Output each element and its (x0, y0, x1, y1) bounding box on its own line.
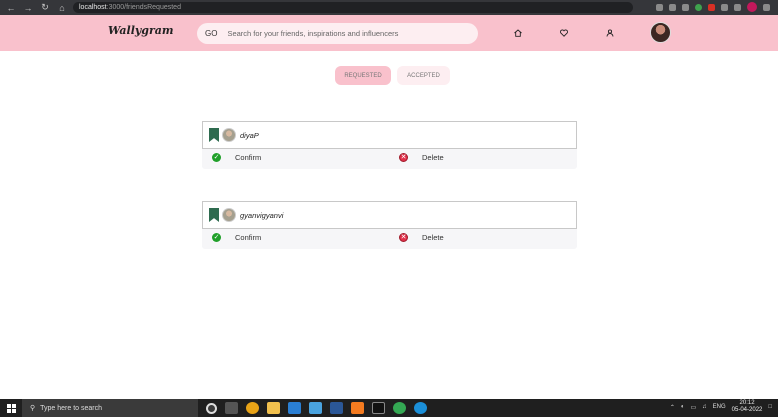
chrome-alt-icon[interactable] (393, 402, 406, 414)
taskbar-apps (206, 402, 427, 414)
app-header: Wallygram GO (0, 15, 778, 51)
address-bar[interactable]: localhost:3000/friendsRequested (73, 2, 633, 13)
check-circle-icon: ✓ (212, 233, 221, 242)
edge-icon[interactable] (414, 402, 427, 414)
windows-taskbar: ⚲ Type here to search ⌃ ◐ ▭ ♫ ENG 20:12 … (0, 399, 778, 417)
search-bar: GO (197, 23, 478, 44)
star-icon[interactable] (669, 3, 676, 11)
user-avatar[interactable] (650, 22, 671, 43)
system-tray: ⌃ ◐ ▭ ♫ ENG 20:12 05-04-2022 □ (670, 400, 772, 414)
clock-date: 05-04-2022 (731, 407, 763, 413)
app-logo[interactable]: Wallygram (108, 24, 174, 37)
extension-red-icon[interactable] (708, 3, 715, 11)
profile-icon[interactable] (605, 28, 615, 38)
request-actions: ✓ Confirm ✕ Delete (202, 229, 577, 249)
requester-avatar[interactable] (222, 208, 236, 222)
delete-button[interactable]: ✕ Delete (399, 233, 444, 242)
browser-nav: ← → ↻ ⌂ (0, 2, 67, 13)
search-input[interactable] (227, 29, 468, 38)
requester-avatar[interactable] (222, 128, 236, 142)
network-icon[interactable]: ◐ (681, 404, 685, 410)
tab-requested[interactable]: REQUESTED (335, 66, 391, 85)
clock-time: 20:12 (739, 400, 755, 406)
word-icon[interactable] (330, 402, 343, 414)
start-button[interactable] (0, 399, 22, 417)
check-circle-icon: ✓ (212, 153, 221, 162)
forward-icon[interactable]: → (23, 3, 33, 13)
request-actions: ✓ Confirm ✕ Delete (202, 149, 577, 169)
menu-dots-icon[interactable] (763, 3, 770, 11)
confirm-label: Confirm (235, 233, 262, 242)
chevron-up-icon[interactable]: ⌃ (670, 404, 675, 411)
friend-request-card: gyanvigyanvi ✓ Confirm ✕ Delete (202, 201, 577, 249)
bookmark-icon (209, 128, 219, 142)
extension-icon[interactable] (682, 3, 689, 11)
back-icon[interactable]: ← (6, 3, 16, 13)
search-go-button[interactable]: GO (205, 29, 217, 38)
confirm-button[interactable]: ✓ Confirm (212, 153, 261, 162)
tab-accepted[interactable]: ACCEPTED (397, 66, 450, 85)
delete-label: Delete (422, 233, 444, 242)
delete-button[interactable]: ✕ Delete (399, 153, 444, 162)
bookmark-icon (209, 208, 219, 222)
confirm-label: Confirm (235, 153, 262, 162)
cross-circle-icon: ✕ (399, 233, 408, 242)
request-header: gyanvigyanvi (202, 201, 577, 229)
url-path: :3000/friendsRequested (106, 4, 181, 11)
clock[interactable]: 20:12 05-04-2022 (732, 400, 763, 414)
volume-icon[interactable]: ♫ (702, 404, 707, 410)
taskbar-search-label: Type here to search (40, 404, 103, 412)
share-icon[interactable] (656, 3, 663, 11)
extensions-area (656, 2, 770, 12)
reload-icon[interactable]: ↻ (40, 2, 50, 13)
profile-avatar-icon[interactable] (747, 2, 757, 12)
language-indicator[interactable]: ENG (713, 404, 726, 410)
file-explorer-icon[interactable] (267, 402, 280, 414)
puzzle-icon[interactable] (721, 3, 728, 11)
notification-icon[interactable]: □ (768, 404, 772, 410)
terminal-icon[interactable] (372, 402, 385, 414)
cross-circle-icon: ✕ (399, 153, 408, 162)
vscode-icon[interactable] (288, 402, 301, 414)
extension-green-icon[interactable] (695, 3, 702, 11)
app-root: ← → ↻ ⌂ localhost:3000/friendsRequested … (0, 0, 778, 417)
request-header: diyaP (202, 121, 577, 149)
browser-toolbar: ← → ↻ ⌂ localhost:3000/friendsRequested (0, 0, 778, 15)
requester-username[interactable]: diyaP (240, 131, 259, 140)
battery-icon[interactable]: ▭ (690, 404, 696, 411)
task-view-icon[interactable] (225, 402, 238, 414)
requester-username[interactable]: gyanvigyanvi (240, 211, 283, 220)
cortana-icon[interactable] (206, 402, 217, 414)
home-icon[interactable]: ⌂ (57, 3, 67, 13)
home-icon[interactable] (513, 28, 523, 38)
url-host: localhost (79, 4, 107, 11)
windows-logo-icon (6, 403, 16, 413)
friend-request-card: diyaP ✓ Confirm ✕ Delete (202, 121, 577, 169)
sidebar-icon[interactable] (734, 3, 741, 11)
delete-label: Delete (422, 153, 444, 162)
app-icon[interactable] (309, 402, 322, 414)
heart-icon[interactable] (559, 28, 569, 38)
chrome-icon[interactable] (246, 402, 259, 414)
confirm-button[interactable]: ✓ Confirm (212, 233, 261, 242)
xampp-icon[interactable] (351, 402, 364, 414)
search-icon: ⚲ (30, 405, 36, 412)
taskbar-search[interactable]: ⚲ Type here to search (22, 399, 198, 417)
